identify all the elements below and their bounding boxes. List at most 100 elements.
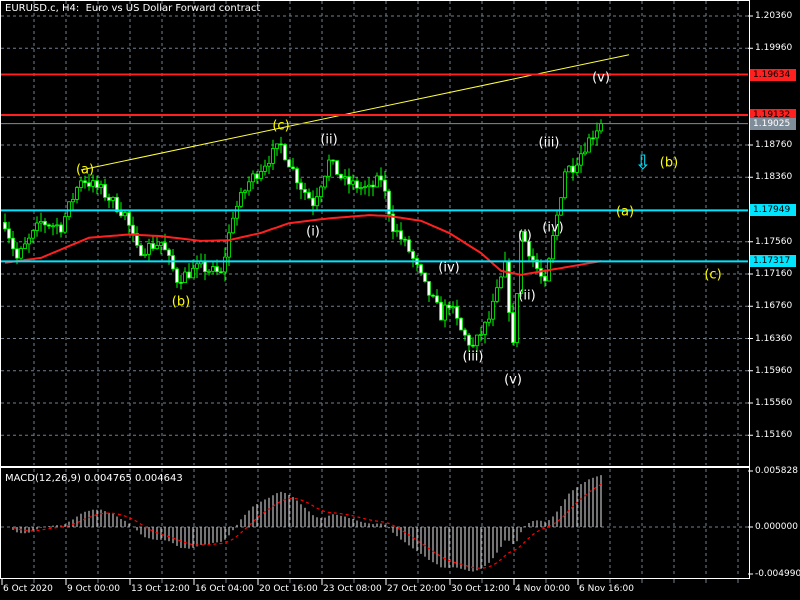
candle-body [27,237,31,245]
price-tick-label: 1.16760 [755,301,793,312]
candle-body [55,224,59,227]
candle-body [471,344,475,347]
candle-body [195,263,199,269]
price-tick-label: 1.16360 [755,333,793,344]
candle-body [207,270,211,273]
wave-label: (i) [306,224,320,240]
candle-body [71,199,75,203]
candle-body [67,201,71,218]
macd-tick-label: 0.000000 [755,522,798,532]
candle-body [95,180,99,188]
candle-body [379,175,383,181]
candle-body [331,159,335,162]
time-tick-label: 27 Oct 20:00 [387,584,446,594]
macd-label: MACD(12,26,9) 0.004765 0.004643 [5,473,183,484]
candle-body [283,144,287,161]
candle-body [463,329,467,336]
candle-body [423,272,427,282]
price-tick-label: 1.17560 [755,236,793,247]
candle-body [151,243,155,250]
price-badge-support-low: 1.17317 [750,255,796,268]
chart-canvas [1,1,753,585]
candle-body [219,271,223,274]
candle-body [475,334,479,347]
candle-body [579,153,583,166]
candle-body [179,282,183,284]
candle-body [443,304,447,321]
candle-body [395,230,399,233]
candle-body [591,137,595,140]
candle-body [23,243,27,249]
candle-body [411,251,415,259]
candle-body [259,171,263,179]
time-tick-label: 30 Oct 12:00 [451,584,510,594]
wave-label: (ii) [320,132,338,148]
candle-body [295,168,299,184]
candle-body [47,224,51,227]
wave-label: (v) [592,70,610,86]
candle-body [267,162,271,167]
wave-label: (ii) [518,288,536,304]
candle-body [215,266,219,273]
candle-body [59,224,63,233]
candle-body [351,180,355,185]
candle-body [211,266,215,272]
candle-body [155,245,159,250]
candle-body [227,232,231,258]
candle-body [487,318,491,323]
moving-average-line [4,214,602,276]
time-tick-label: 20 Oct 16:00 [259,584,318,594]
time-tick-label: 13 Oct 12:00 [131,584,190,594]
candle-body [327,159,331,177]
wave-label: (v) [504,372,522,388]
candle-body [511,312,515,343]
candle-body [371,184,375,188]
candle-body [507,260,511,313]
down-arrow-icon: ⇩ [634,149,652,174]
candle-body [323,175,327,188]
candle-body [571,165,575,173]
candle-body [175,268,179,283]
candle-body [43,221,47,226]
price-tick-label: 1.18760 [755,140,793,150]
candle-body [567,165,571,173]
candle-body [467,334,471,346]
candle-body [275,143,279,149]
candle-body [439,301,443,321]
candle-body [375,175,379,188]
price-tick-label: 1.17160 [755,269,793,279]
candle-body [127,212,131,226]
candle-body [223,256,227,273]
candle-body [191,267,195,279]
candle-body [459,317,463,331]
candle-body [575,164,579,173]
candle-body [235,205,239,219]
candle-body [451,306,455,309]
time-tick-label: 16 Oct 04:00 [195,584,254,594]
candle-body [119,211,123,217]
candle-body [491,300,495,320]
candle-body [383,179,387,192]
time-tick-label: 23 Oct 08:00 [323,584,382,594]
candle-body [339,174,343,179]
candle-body [263,165,267,172]
candle-body [483,321,487,335]
price-badge-resistance-high: 1.19634 [750,68,796,81]
candle-body [187,271,191,279]
candle-body [239,192,243,207]
candle-body [551,235,555,260]
candle-body [435,295,439,303]
candle-body [419,264,423,274]
price-badge-support-high: 1.17949 [750,204,796,217]
candle-body [499,276,503,289]
wave-label: (c) [272,118,290,134]
candle-body [367,184,371,188]
candle-body [75,187,79,200]
time-tick-label: 6 Nov 16:00 [579,584,634,594]
trendline [80,54,630,171]
candle-body [363,186,367,189]
candle-body [167,249,171,256]
candle-body [87,182,91,187]
wave-label: (i) [518,228,532,244]
candle-body [31,230,35,239]
